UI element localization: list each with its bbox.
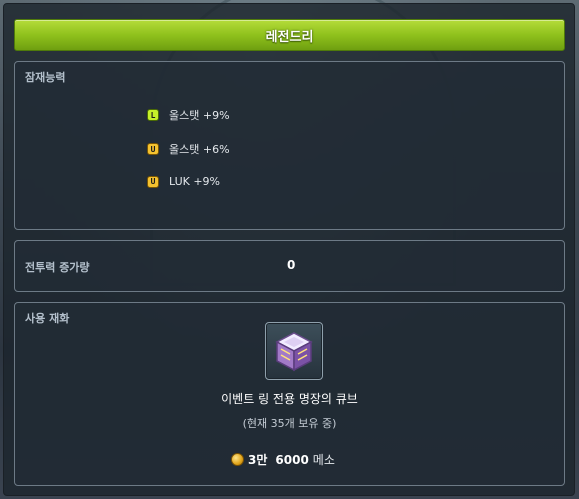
potential-section: 잠재능력 L 올스탯 +9% U 올스탯 +6% U LUK +9%	[14, 61, 565, 230]
price-rest: 6000	[275, 452, 309, 467]
meso-price: 3만 6000 메소	[231, 451, 335, 468]
potential-option-2: U 올스탯 +6%	[147, 141, 230, 157]
cube-item-slot[interactable]	[265, 322, 323, 380]
potential-label: 잠재능력	[25, 71, 66, 84]
cube-owned-count: (현재 35개 보유 중)	[242, 417, 337, 430]
cube-item-name: 이벤트 링 전용 명장의 큐브	[221, 392, 358, 406]
unique-grade-icon: U	[147, 175, 159, 188]
cube-icon	[275, 332, 313, 372]
material-label: 사용 재화	[25, 312, 70, 325]
potential-option-text: 올스탯 +6%	[169, 143, 230, 156]
material-section: 사용 재화 이벤트 링 전용 명장의 큐브 (현재 35개 보유 중) 3만 6…	[14, 302, 565, 486]
potential-option-1: L 올스탯 +9%	[147, 107, 230, 123]
potential-option-3: U LUK +9%	[147, 175, 220, 188]
combat-power-section: 전투력 증가량 0	[14, 240, 565, 292]
unique-grade-icon: U	[147, 143, 159, 155]
potential-option-text: LUK +9%	[169, 175, 221, 188]
grade-title: 레전드리	[265, 29, 314, 45]
price-unit: 메소	[312, 453, 335, 467]
grade-title-bar: 레전드리	[14, 19, 565, 51]
combat-power-value: 0	[287, 258, 296, 272]
price-man: 3만	[248, 453, 268, 467]
potential-option-text: 올스탯 +9%	[169, 109, 230, 122]
combat-power-label: 전투력 증가량	[25, 261, 90, 274]
meso-coin-icon	[231, 453, 244, 466]
legendary-grade-icon: L	[147, 109, 159, 121]
